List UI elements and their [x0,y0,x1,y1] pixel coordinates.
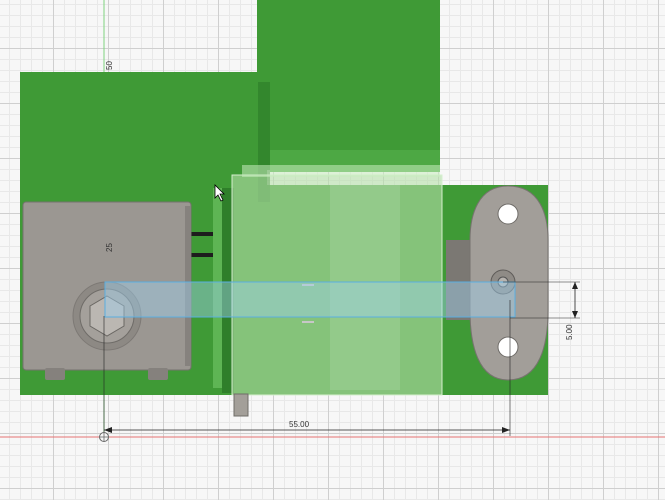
screw-thread [233,393,249,417]
axis-label-mid: 25 [105,243,114,252]
dim-arrow-down [572,311,578,318]
flange-hole-bottom [497,336,519,358]
dim-arrow-up [572,282,578,289]
flange-hole-top [497,203,519,225]
axis-label-top: 50 [105,61,114,70]
dim-vertical-label[interactable]: 5.00 [565,324,574,340]
motor-foot-right [148,368,168,380]
dim-horizontal-label[interactable]: 55.00 [289,420,310,429]
bracket-top-lip [242,165,440,177]
cad-viewport[interactable]: 55.00 5.00 50 25 [0,0,665,500]
motor-foot-left [45,368,65,380]
selection-highlight[interactable] [104,281,516,318]
dim-arrow-left [104,427,112,433]
green-plate-upper-right[interactable] [257,0,440,170]
dim-arrow-right [502,427,510,433]
